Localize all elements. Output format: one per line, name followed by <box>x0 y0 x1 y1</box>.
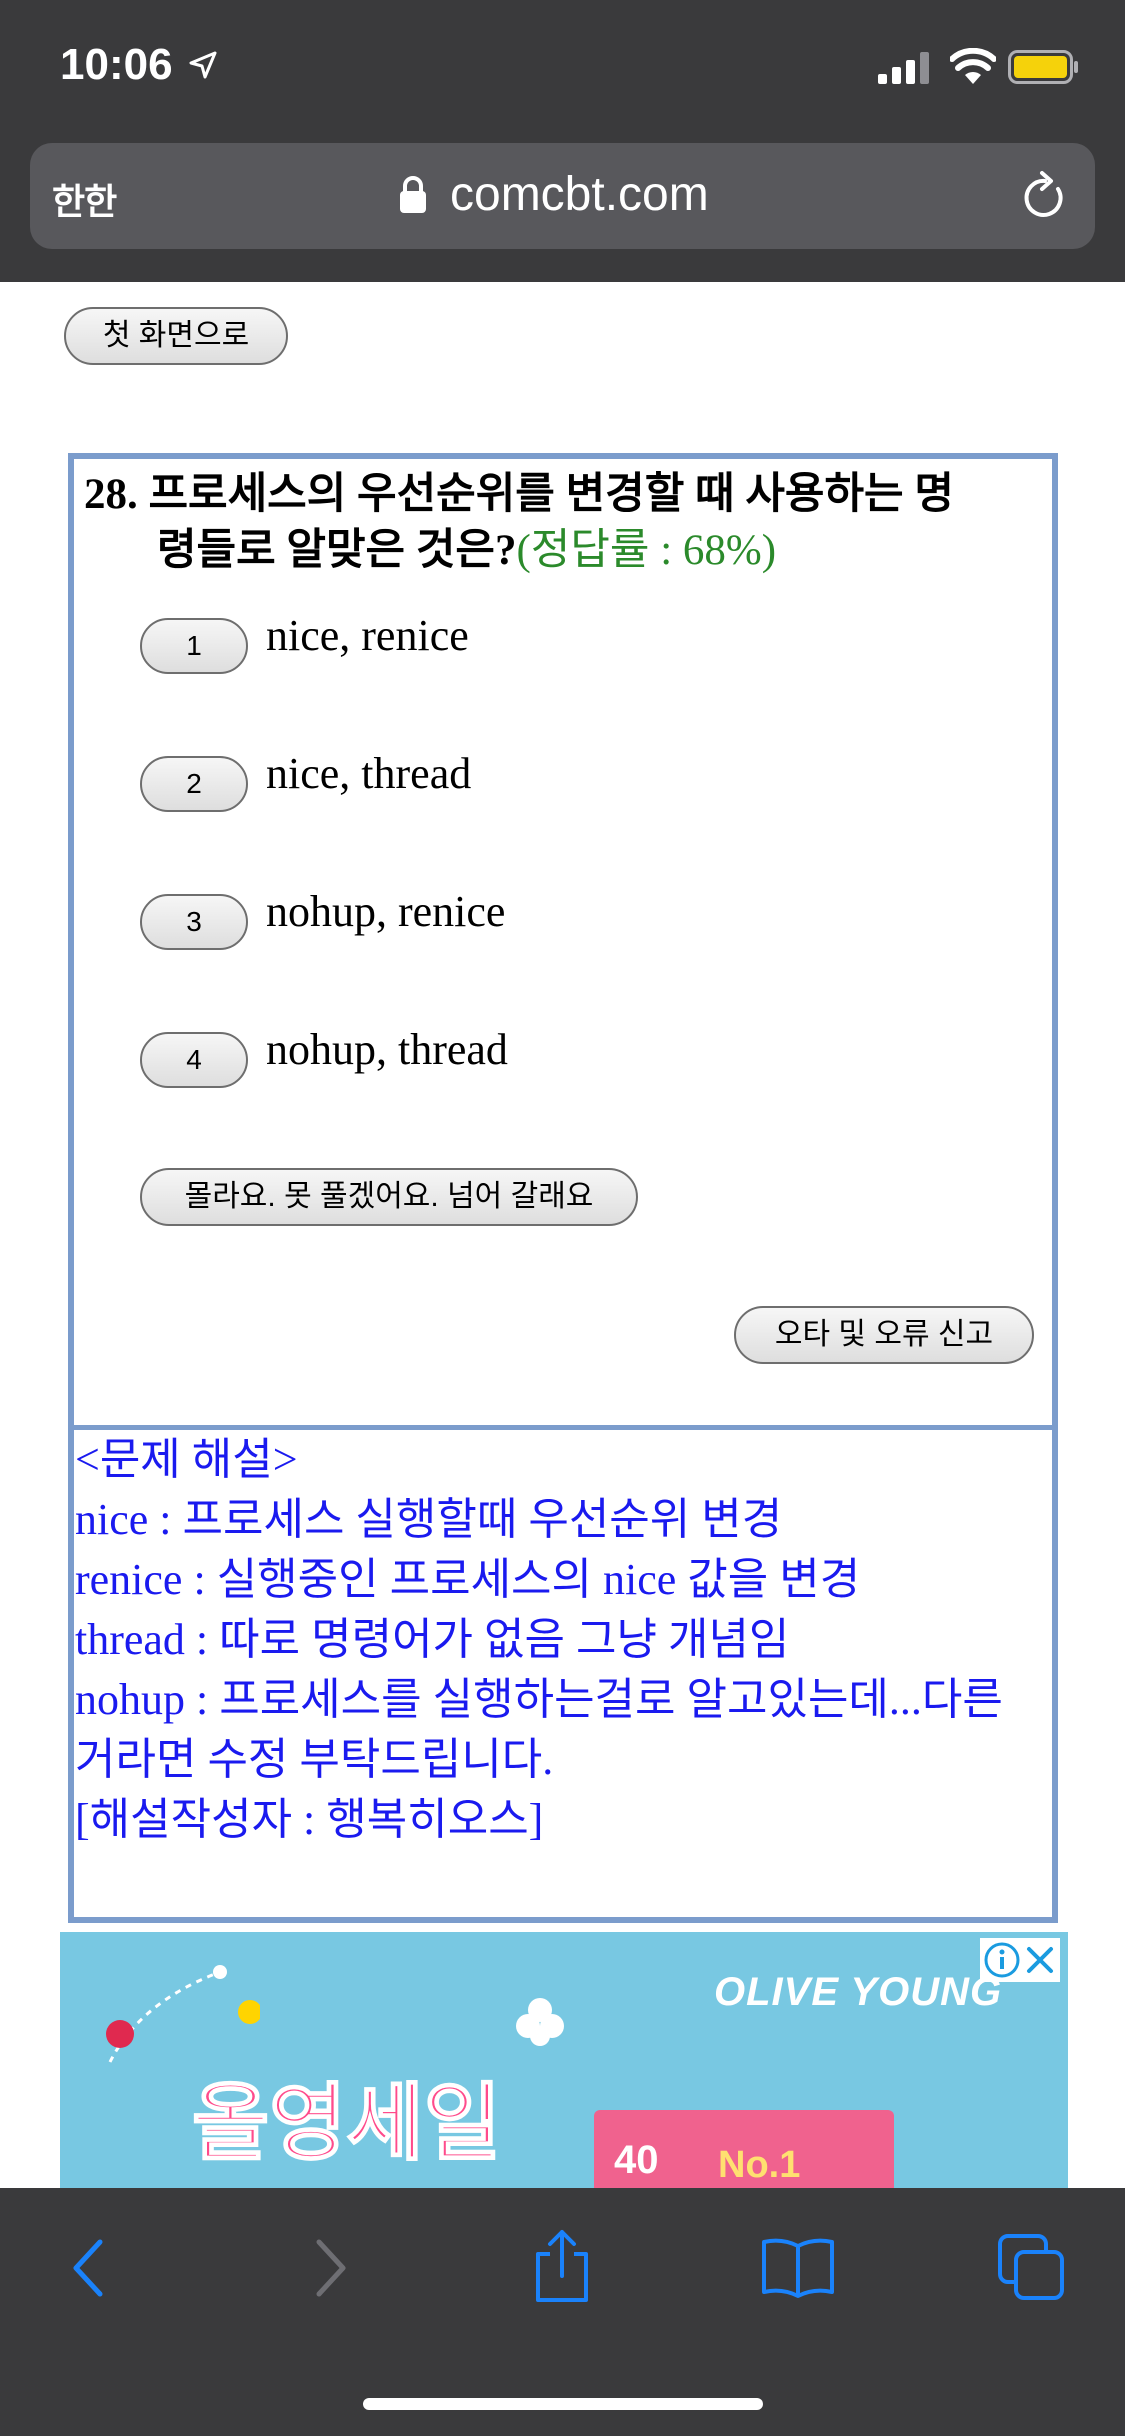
question-line-2: 령들로 알맞은 것은? <box>157 527 517 574</box>
option-3-text: nohup, renice <box>266 887 506 936</box>
correct-rate: (정답률 : 68%) <box>516 527 777 574</box>
report-error-button[interactable]: 오타 및 오류 신고 <box>734 1306 1034 1364</box>
question-number: 28. <box>84 471 138 518</box>
back-arrow-icon[interactable] <box>64 2236 114 2300</box>
home-button[interactable]: 첫 화면으로 <box>64 307 288 365</box>
skip-button[interactable]: 몰라요. 못 풀겠어요. 넘어 갈래요 <box>140 1168 638 1226</box>
info-icon[interactable] <box>984 1942 1020 1978</box>
explanation: <문제 해설> nice : 프로세스 실행할때 우선순위 변경 renice … <box>75 1430 1055 1850</box>
ad-box-number: 40 <box>614 2138 659 2182</box>
explanation-line: thread : 따로 명령어가 없음 그냥 개념임 <box>75 1615 790 1664</box>
option-1-text: nice, renice <box>266 611 469 660</box>
explanation-heading: <문제 해설> <box>75 1435 298 1484</box>
url-text[interactable]: comcbt.com <box>450 167 709 222</box>
cellular-signal-icon <box>878 52 929 84</box>
option-2-text: nice, thread <box>266 749 472 798</box>
ad-box-badge: No.1 <box>718 2144 801 2186</box>
option-1-button[interactable]: 1 <box>140 618 248 674</box>
lock-icon <box>400 176 426 213</box>
share-icon[interactable] <box>530 2228 594 2304</box>
option-3-button[interactable]: 3 <box>140 894 248 950</box>
explanation-line: nice : 프로세스 실행할때 우선순위 변경 <box>75 1495 783 1544</box>
browser-toolbar <box>0 2188 1125 2436</box>
status-time: 10:06 <box>60 40 173 89</box>
forward-arrow-icon[interactable] <box>305 2236 355 2300</box>
question-text: 28. 프로세스의 우선순위를 변경할 때 사용하는 명 령들로 알맞은 것은?… <box>84 467 1044 579</box>
ad-brand: OLIVE YOUNG <box>714 1970 1003 2014</box>
explanation-author: [해설작성자 : 행복히오스] <box>75 1795 544 1844</box>
ad-product-box: 40 No.1 <box>594 2110 894 2188</box>
option-4-text: nohup, thread <box>266 1025 508 1074</box>
tabs-icon[interactable] <box>996 2232 1068 2304</box>
ad-choices[interactable] <box>980 1938 1060 1982</box>
wifi-icon <box>950 48 996 84</box>
reader-options-button[interactable]: 한한 <box>52 173 117 225</box>
home-indicator <box>363 2398 763 2410</box>
reload-icon[interactable] <box>1020 169 1070 223</box>
close-icon[interactable] <box>1024 1944 1056 1976</box>
cloud-flower-decoration <box>516 1998 564 2046</box>
question-line-1: 프로세스의 우선순위를 변경할 때 사용하는 명 <box>148 471 954 518</box>
ad-banner-text: 올영세일 <box>191 2075 502 2171</box>
option-2-button[interactable]: 2 <box>140 756 248 812</box>
location-arrow-icon <box>189 51 217 79</box>
advertisement-banner[interactable]: OLIVE YOUNG 올영세일 40 No.1 <box>60 1932 1068 2188</box>
bookmarks-icon[interactable] <box>760 2236 836 2300</box>
option-4-button[interactable]: 4 <box>140 1032 248 1088</box>
explanation-line: 거라면 수정 부탁드립니다. <box>75 1735 554 1784</box>
explanation-line: nohup : 프로세스를 실행하는걸로 알고있는데...다른 <box>75 1675 1003 1724</box>
battery-icon <box>1008 50 1078 84</box>
address-bar[interactable]: 한한 comcbt.com <box>30 143 1095 249</box>
browser-top-bar: 10:06 한한 comcbt.com <box>0 0 1125 282</box>
explanation-line: renice : 실행중인 프로세스의 nice 값을 변경 <box>75 1555 861 1604</box>
